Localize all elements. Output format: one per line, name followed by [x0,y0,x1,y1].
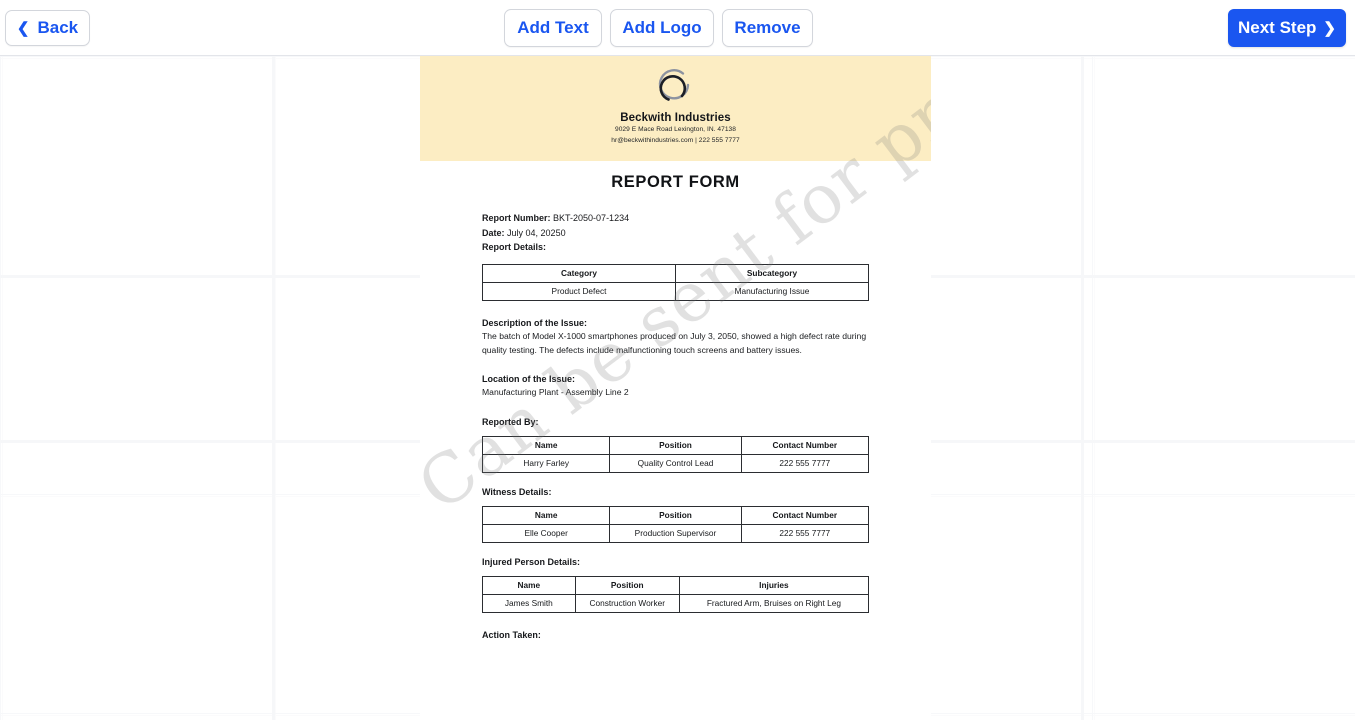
remove-button-label: Remove [734,18,801,37]
table-cell: Quality Control Lead [609,453,742,473]
reported-by-label: Reported By: [482,416,539,427]
report-date-line: Date: July 04, 20250 [482,226,869,241]
table-cell: Construction Worker [574,593,680,613]
description-text: The batch of Model X-1000 smartphones pr… [482,330,867,355]
back-button-label: Back [37,18,79,37]
table-cell: Harry Farley [481,453,611,473]
witness-details-table: Name Position Contact Number Elle Cooper… [481,505,870,543]
column-header: Name [481,505,611,525]
report-date-value: July 04, 20250 [507,227,566,238]
table-row: Product Defect Manufacturing Issue [482,281,869,301]
column-header: Subcategory [675,263,869,283]
table-cell: James Smith [482,593,576,613]
table-row: Elle Cooper Production Supervisor 222 55… [481,523,870,543]
document-body: REPORT FORM Report Number: BKT-2050-07-1… [420,173,931,640]
table-header-row: Name Position Contact Number [481,435,870,455]
column-header: Contact Number [740,505,870,525]
letterhead-banner[interactable]: Beckwith Industries 9029 E Mace Road Lex… [420,56,931,161]
next-step-button-label: Next Step [1238,18,1317,37]
column-header: Position [574,575,680,595]
next-step-button[interactable]: Next Step ❯ [1228,9,1346,47]
location-text: Manufacturing Plant - Assembly Line 2 [482,387,629,398]
document-page[interactable]: Beckwith Industries 9029 E Mace Road Lex… [420,56,931,720]
table-cell: 222 555 7777 [740,453,870,473]
table-cell: Production Supervisor [609,523,742,543]
add-logo-button[interactable]: Add Logo [610,9,714,47]
table-cell: Product Defect [482,281,676,301]
back-button[interactable]: ❮ Back [5,10,90,46]
broken-circle-logo-icon[interactable] [655,66,697,108]
page-title: REPORT FORM [611,173,740,191]
company-address: 9029 E Mace Road Lexington, IN. 47138 [615,126,736,133]
top-toolbar: ❮ Back Add Text Add Logo Remove Next Ste… [0,0,1355,56]
column-header: Name [481,435,611,455]
report-date-label: Date: [482,227,505,238]
table-cell: Manufacturing Issue [675,281,869,301]
add-text-button[interactable]: Add Text [504,9,602,47]
add-text-button-label: Add Text [517,18,589,37]
column-header: Position [609,435,742,455]
report-details-table: Category Subcategory Product Defect Manu… [482,263,869,301]
description-label: Description of the Issue: [482,317,588,328]
report-number-label: Report Number: [482,213,551,223]
table-header-row: Name Position Injuries [482,575,870,595]
column-header: Position [609,505,742,525]
report-number-value: BKT-2050-07-1234 [553,213,630,223]
editor-canvas[interactable]: Beckwith Industries 9029 E Mace Road Lex… [0,56,1355,720]
column-header: Injuries [678,575,870,595]
column-header: Contact Number [740,435,870,455]
witness-label: Witness Details: [482,486,552,497]
column-header: Name [482,575,576,595]
reported-by-table: Name Position Contact Number Harry Farle… [481,435,870,473]
chevron-right-icon: ❯ [1323,19,1336,37]
injured-person-table: Name Position Injuries James Smith Const… [482,575,870,613]
chevron-left-icon: ❮ [16,19,30,37]
grid-line [1081,56,1084,720]
grid-line [272,56,275,720]
company-contact: hr@beckwithindustries.com | 222 555 7777 [611,136,740,144]
report-number-line: Report Number: BKT-2050-07-1234 [482,211,869,226]
table-header-row: Name Position Contact Number [481,505,870,525]
column-header: Category [482,263,676,283]
add-logo-button-label: Add Logo [622,18,702,37]
table-row: Harry Farley Quality Control Lead 222 55… [481,453,870,473]
table-cell: 222 555 7777 [740,523,870,543]
action-taken-label: Action Taken: [482,629,541,640]
table-cell: Elle Cooper [481,523,611,543]
company-name: Beckwith Industries [620,112,731,124]
table-row: James Smith Construction Worker Fracture… [482,593,870,613]
location-label: Location of the Issue: [482,374,576,385]
report-details-label: Report Details: [482,242,547,252]
remove-button[interactable]: Remove [722,9,813,47]
injured-person-label: Injured Person Details: [482,556,581,567]
table-cell: Fractured Arm, Bruises on Right Leg [678,593,870,613]
table-header-row: Category Subcategory [482,263,869,283]
